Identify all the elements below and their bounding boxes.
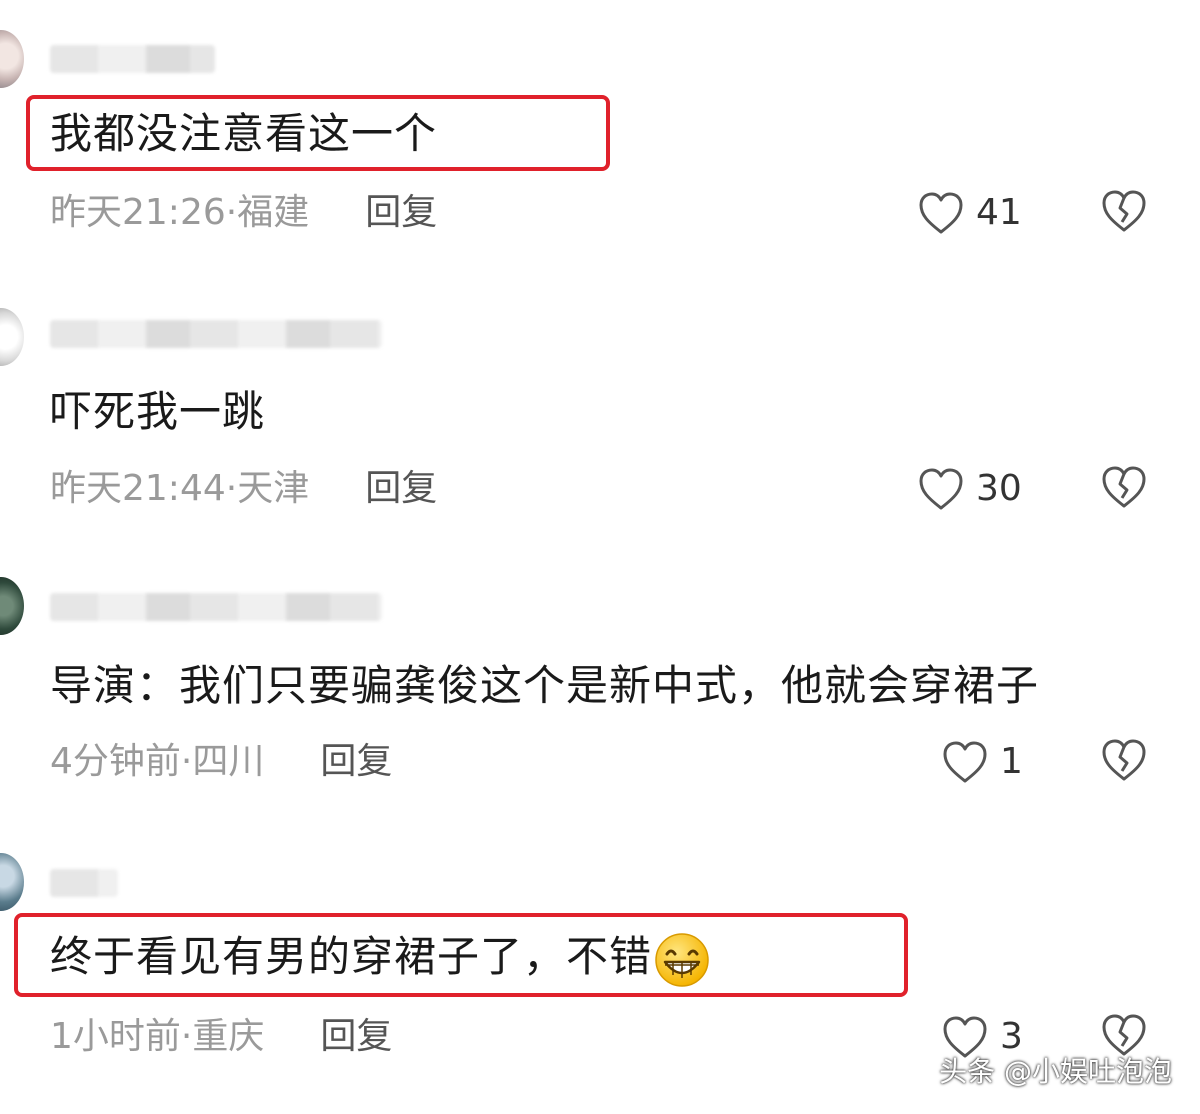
username-blurred[interactable] [50,593,382,621]
comment-time: 昨天21:26 [50,192,226,233]
comment-text: 导演：我们只要骗龚俊这个是新中式，他就会穿裙子 [50,661,1040,710]
dislike-button[interactable] [1100,188,1148,236]
reply-button[interactable]: 回复 [320,737,392,787]
avatar[interactable] [0,308,24,366]
username-blurred[interactable] [50,45,215,73]
dislike-button[interactable] [1100,464,1148,512]
broken-heart-icon [1100,737,1148,783]
comment-item: 吓死我一跳 昨天21:44 · 天津 回复 30 [0,290,1200,540]
meta-separator: · [225,192,238,233]
meta-separator: · [180,1016,193,1057]
broken-heart-icon [1100,188,1148,234]
avatar[interactable] [0,577,24,635]
username-blurred[interactable] [50,869,118,897]
comment-text: 我都没注意看这一个 [50,109,438,158]
like-count: 41 [976,192,1022,233]
watermark: 头条 @小娱吐泡泡 [939,1055,1172,1088]
reply-button[interactable]: 回复 [365,464,437,514]
heart-icon [918,467,964,511]
like-button[interactable]: 1 [942,737,1023,787]
comment-location: 重庆 [192,1016,265,1057]
avatar[interactable] [0,30,24,88]
meta-separator: · [180,741,193,782]
comment-meta: 4分钟前 · 四川 回复 [50,737,392,787]
like-button[interactable]: 30 [918,464,1022,514]
comment-time: 1小时前 [50,1016,181,1057]
comment-time: 昨天21:44 [50,468,226,509]
reply-button[interactable]: 回复 [320,1012,392,1062]
comment-text-content: 终于看见有男的穿裙子了，不错 [50,932,653,981]
comment-time: 4分钟前 [50,741,181,782]
comment-location: 四川 [192,741,265,782]
heart-icon [942,740,988,784]
comment-text: 吓死我一跳 [50,387,266,436]
comment-meta: 昨天21:44 · 天津 回复 [50,464,437,514]
comment-meta: 昨天21:26 · 福建 回复 [50,188,437,238]
username-blurred[interactable] [50,320,382,348]
comment-item: 导演：我们只要骗龚俊这个是新中式，他就会穿裙子 4分钟前 · 四川 回复 1 [0,565,1200,835]
avatar[interactable] [0,853,24,911]
comment-location: 天津 [237,468,310,509]
comment-meta: 1小时前 · 重庆 回复 [50,1012,392,1062]
grinning-face-icon [654,932,710,988]
meta-separator: · [225,468,238,509]
broken-heart-icon [1100,464,1148,510]
like-button[interactable]: 41 [918,188,1022,238]
comment-item: 我都没注意看这一个 昨天21:26 · 福建 回复 41 [0,0,1200,270]
like-count: 30 [976,468,1022,509]
comment-location: 福建 [237,192,310,233]
dislike-button[interactable] [1100,737,1148,785]
heart-icon [918,191,964,235]
comment-text: 终于看见有男的穿裙子了，不错 [50,927,710,988]
reply-button[interactable]: 回复 [365,188,437,238]
like-count: 1 [1000,741,1023,782]
